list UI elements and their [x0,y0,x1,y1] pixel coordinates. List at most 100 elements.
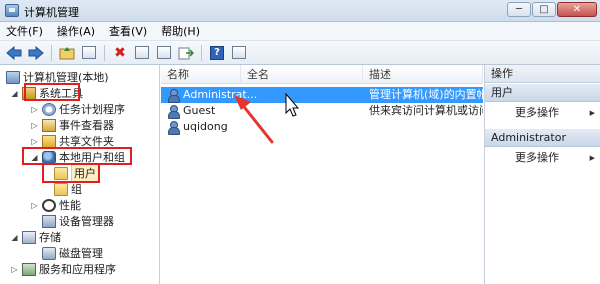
delete-button[interactable]: ✖ [111,44,129,62]
action-section-users[interactable]: 用户 [485,84,600,102]
console-button[interactable] [230,44,248,62]
disk-icon [42,246,56,260]
export-icon [178,47,194,59]
tree-item-label: 任务计划程序 [59,103,125,116]
up-folder-icon [59,46,75,59]
actions-pane: 操作 用户 更多操作 Administrator 更多操作 [484,65,600,284]
minimize-icon: ─ [515,4,523,15]
tree-item-storage[interactable]: ◢ 存储 [10,229,61,245]
expand-icon[interactable]: ▷ [30,201,39,210]
menu-action[interactable]: 操作(A) [57,23,95,39]
highlight-box-users [42,163,100,183]
user-icon [167,88,180,103]
tree-item-event-viewer[interactable]: ▷ 事件查看器 [30,117,114,133]
properties-icon [135,46,149,59]
toolbar-separator [51,44,52,61]
title-bar: 计算机管理 ─ □ ✕ [0,0,600,22]
tree-item-label: 服务和应用程序 [39,263,116,276]
list-row-administrator[interactable]: Administrat... 管理计算机(域)的内置帐户 [161,87,483,103]
properties-button[interactable] [133,44,151,62]
action-more-actions[interactable]: 更多操作 [485,150,600,166]
menu-file[interactable]: 文件(F) [6,23,43,39]
tree-item-label: 存储 [39,231,61,244]
refresh-button[interactable] [155,44,173,62]
up-one-level-button[interactable] [58,44,76,62]
cell-description [369,119,483,135]
cell-name: Guest [183,104,216,117]
list-row-uqidong[interactable]: uqidong [161,119,483,135]
column-name[interactable]: 名称 [161,65,241,84]
actions-header: 操作 [485,65,600,83]
performance-icon [42,198,56,212]
expand-icon[interactable]: ▷ [30,137,39,146]
tree-item-groups[interactable]: 组 [54,181,82,197]
cell-full-name [243,119,361,135]
forward-arrow-icon [28,45,44,60]
cell-name: uqidong [183,120,228,133]
expand-icon[interactable]: ▷ [10,265,19,274]
tree-item-disk-management[interactable]: 磁盘管理 [42,245,103,261]
highlight-box-system-tools [24,83,80,101]
tree-item-label: 组 [71,183,82,196]
storage-icon [22,230,36,244]
maximize-icon: □ [539,4,549,15]
action-more-actions[interactable]: 更多操作 [485,105,600,121]
tree-item-task-scheduler[interactable]: ▷ 任务计划程序 [30,101,125,117]
toolbar: ✖ ? [0,41,600,65]
clock-icon [42,102,56,116]
user-list: 名称 全名 描述 Administrat... 管理计算机(域)的内置帐户 Gu… [161,65,483,284]
tree-item-label: 磁盘管理 [59,247,103,260]
menu-view[interactable]: 查看(V) [109,23,147,39]
cell-full-name [243,103,361,119]
folder-icon [54,182,68,196]
action-section-administrator[interactable]: Administrator [485,129,600,147]
close-icon: ✕ [572,4,582,15]
console-icon [232,46,246,59]
help-icon: ? [210,45,224,60]
cell-description: 管理计算机(域)的内置帐户 [369,88,483,101]
collapse-icon[interactable]: ◢ [10,233,19,242]
window-title: 计算机管理 [24,6,79,19]
export-button[interactable] [177,44,195,62]
show-hide-tree-icon [82,46,96,59]
tree-item-label: 性能 [59,199,81,212]
forward-button[interactable] [27,44,45,62]
services-icon [22,262,36,276]
console-tree: 计算机管理(本地) ◢ 系统工具 ▷ 任务计划程序 ▷ 事件查看器 ▷ 共享文件… [0,65,160,284]
collapse-icon[interactable]: ◢ [10,89,19,98]
tree-item-label: 事件查看器 [59,119,114,132]
refresh-icon [157,46,171,59]
column-full-name[interactable]: 全名 [241,65,363,84]
user-icon [167,104,180,119]
computer-management-icon [5,4,19,17]
menu-help[interactable]: 帮助(H) [161,23,200,39]
tree-item-services-apps[interactable]: ▷ 服务和应用程序 [10,261,116,277]
shared-folder-icon [42,134,56,148]
maximize-button[interactable]: □ [532,2,556,17]
event-viewer-icon [42,118,56,132]
delete-icon: ✖ [114,44,126,61]
back-button[interactable] [5,44,23,62]
show-hide-tree-button[interactable] [80,44,98,62]
expand-icon[interactable]: ▷ [30,121,39,130]
minimize-button[interactable]: ─ [507,2,531,17]
window-controls: ─ □ ✕ [507,2,597,18]
cell-description: 供来宾访问计算机或访问域的内... [369,104,483,117]
toolbar-separator [201,44,202,61]
expand-icon[interactable]: ▷ [30,105,39,114]
tree-item-label: 设备管理器 [59,215,114,228]
list-row-guest[interactable]: Guest 供来宾访问计算机或访问域的内... [161,103,483,119]
help-button[interactable]: ? [208,44,226,62]
cell-full-name [243,87,361,103]
user-icon [167,120,180,135]
list-header: 名称 全名 描述 [161,65,483,84]
column-description[interactable]: 描述 [363,65,483,84]
menu-bar: 文件(F) 操作(A) 查看(V) 帮助(H) [0,22,600,41]
back-arrow-icon [6,45,22,60]
computer-icon [6,70,20,84]
tree-item-device-manager[interactable]: 设备管理器 [42,213,114,229]
toolbar-separator [104,44,105,61]
device-manager-icon [42,214,56,228]
close-button[interactable]: ✕ [557,2,597,17]
tree-item-performance[interactable]: ▷ 性能 [30,197,81,213]
